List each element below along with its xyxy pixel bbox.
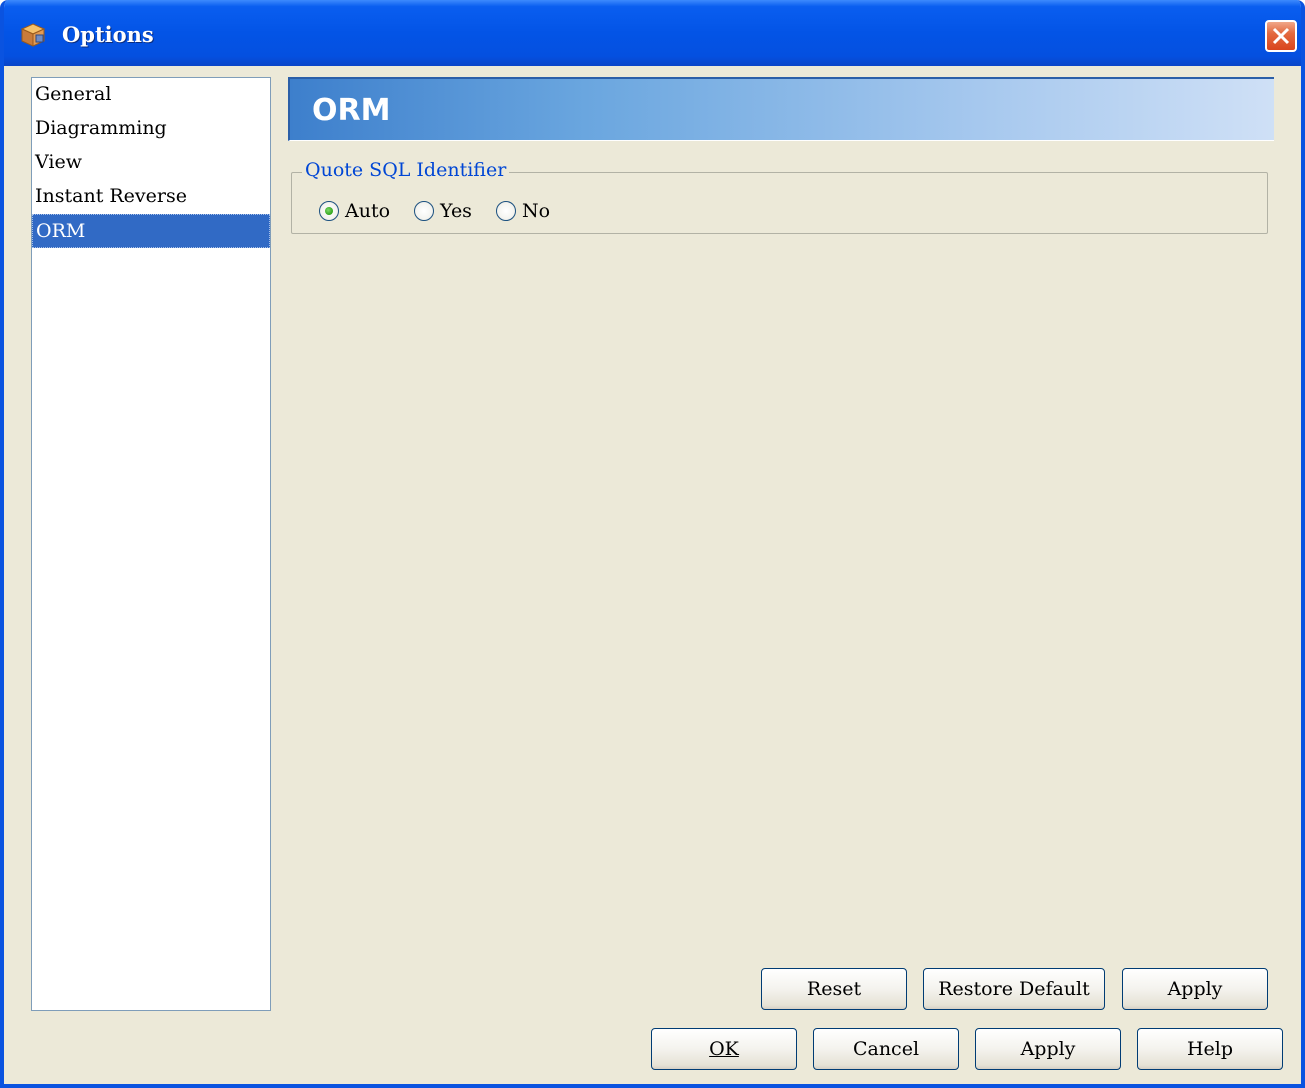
radio-no[interactable]: No <box>495 200 551 222</box>
panel-apply-button[interactable]: Apply <box>1122 968 1268 1010</box>
help-button[interactable]: Help <box>1137 1028 1283 1070</box>
radio-auto[interactable]: Auto <box>319 200 390 222</box>
radio-yes-circle[interactable] <box>414 201 435 221</box>
radio-auto-circle[interactable] <box>319 201 339 221</box>
window-title: Options <box>62 22 154 47</box>
close-button[interactable] <box>1265 20 1297 52</box>
reset-button[interactable]: Reset <box>761 968 907 1010</box>
radio-no-circle[interactable] <box>495 201 516 221</box>
radio-no-label: No <box>521 200 551 222</box>
apply-button[interactable]: Apply <box>975 1028 1121 1070</box>
cancel-button[interactable]: Cancel <box>813 1028 959 1070</box>
options-dialog: Options General Diagramming View Instant… <box>0 0 1305 1088</box>
ok-button[interactable]: OK <box>651 1028 797 1070</box>
category-list[interactable]: General Diagramming View Instant Reverse… <box>31 77 271 1011</box>
radio-yes[interactable]: Yes <box>414 200 472 222</box>
nav-item-general[interactable]: General <box>32 78 270 112</box>
radio-group: Auto Yes No <box>319 197 574 225</box>
close-icon <box>1272 27 1290 45</box>
nav-item-diagramming[interactable]: Diagramming <box>32 112 270 146</box>
radio-auto-label: Auto <box>345 200 391 222</box>
restore-default-button[interactable]: Restore Default <box>923 968 1105 1010</box>
nav-item-orm[interactable]: ORM <box>32 214 270 248</box>
panel-header: ORM <box>288 77 1274 141</box>
group-legend: Quote SQL Identifier <box>302 159 510 181</box>
quote-sql-identifier-group: Quote SQL Identifier Auto Yes No <box>291 159 1268 234</box>
title-bar[interactable]: Options <box>4 0 1301 66</box>
panel-title: ORM <box>312 93 391 128</box>
nav-item-instant-reverse[interactable]: Instant Reverse <box>32 180 270 214</box>
nav-item-view[interactable]: View <box>32 146 270 180</box>
radio-yes-label: Yes <box>440 200 472 222</box>
app-icon <box>20 23 46 47</box>
